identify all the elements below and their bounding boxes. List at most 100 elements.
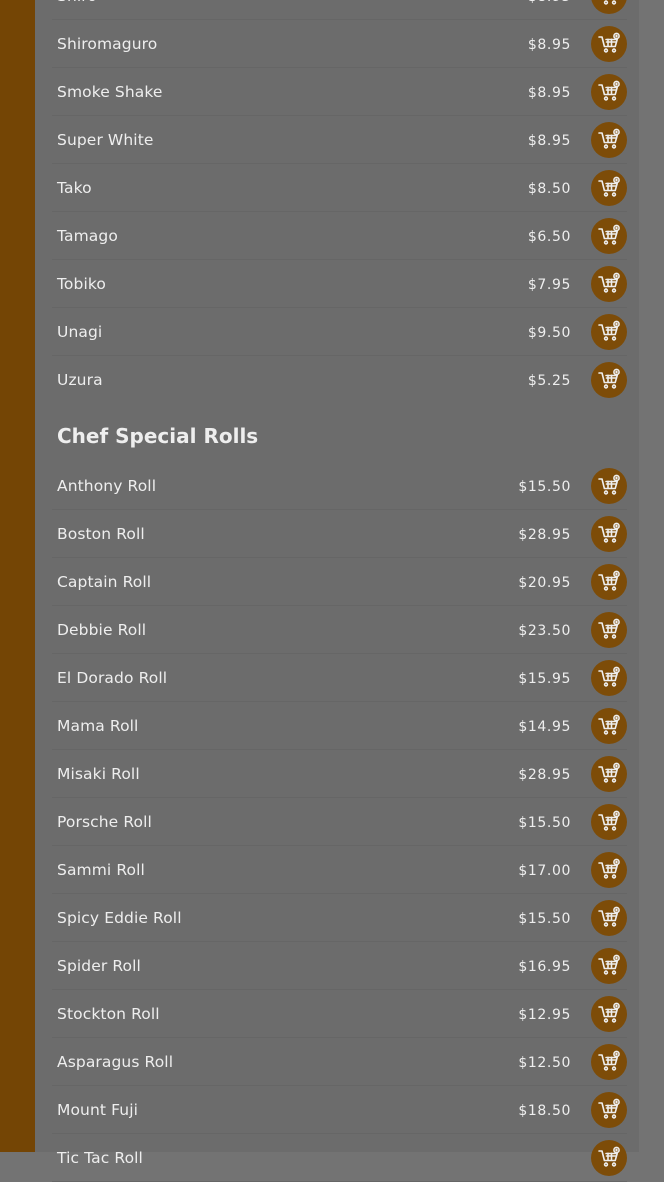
menu-item-name: Unagi (57, 323, 103, 341)
cart-plus-icon (597, 80, 621, 104)
add-to-cart-button[interactable] (591, 900, 627, 936)
menu-item-row: Misaki Roll $28.95 (52, 750, 627, 798)
add-to-cart-button[interactable] (591, 218, 627, 254)
menu-item-name: El Dorado Roll (57, 669, 168, 687)
add-to-cart-button[interactable] (591, 708, 627, 744)
menu-item-row: Shiromaguro $8.95 (52, 20, 627, 68)
menu-item-price: $16.95 (518, 959, 571, 975)
cart-plus-icon (597, 272, 621, 296)
cart-plus-icon (597, 1146, 621, 1170)
menu-item-name: Sammi Roll (57, 861, 145, 879)
add-to-cart-button[interactable] (591, 516, 627, 552)
menu-item-price: $17.00 (518, 863, 571, 879)
menu-item-name: Tako (57, 179, 92, 197)
side-stripe (0, 0, 35, 1152)
menu-item-price: $12.50 (518, 1055, 571, 1071)
cart-plus-icon (597, 522, 621, 546)
menu-item-row: Tamago $6.50 (52, 212, 627, 260)
add-to-cart-button[interactable] (591, 948, 627, 984)
menu-item-row: Tic Tac Roll (52, 1134, 627, 1182)
menu-item-row: Spicy Eddie Roll $15.50 (52, 894, 627, 942)
cart-plus-icon (597, 176, 621, 200)
menu-item-name: Porsche Roll (57, 813, 152, 831)
menu-item-row: Boston Roll $28.95 (52, 510, 627, 558)
menu-item-price: $20.95 (518, 575, 571, 591)
add-to-cart-button[interactable] (591, 852, 627, 888)
page-edge (639, 0, 664, 1152)
cart-plus-icon (597, 570, 621, 594)
add-to-cart-button[interactable] (591, 122, 627, 158)
cart-plus-icon (597, 954, 621, 978)
menu-item-price: $15.50 (518, 479, 571, 495)
add-to-cart-button[interactable] (591, 314, 627, 350)
menu-item-price: $7.95 (527, 277, 571, 293)
menu-item-name: Mama Roll (57, 717, 139, 735)
menu-item-row: Asparagus Roll $12.50 (52, 1038, 627, 1086)
menu-item-price: $9.50 (527, 325, 571, 341)
add-to-cart-button[interactable] (591, 564, 627, 600)
menu-item-price: $8.95 (528, 0, 571, 5)
add-to-cart-button[interactable] (591, 1140, 627, 1176)
cart-plus-icon (597, 128, 621, 152)
menu-item-price: $8.50 (527, 181, 571, 197)
menu-item-row: Shiro $8.95 (52, 0, 627, 20)
menu-item-price: $15.50 (518, 815, 571, 831)
cart-plus-icon (597, 858, 621, 882)
menu-item-row: Uzura $5.25 (52, 356, 627, 404)
add-to-cart-button[interactable] (591, 756, 627, 792)
menu-item-row: Porsche Roll $15.50 (52, 798, 627, 846)
menu-item-price: $14.95 (518, 719, 571, 735)
add-to-cart-button[interactable] (591, 660, 627, 696)
add-to-cart-button[interactable] (591, 1092, 627, 1128)
add-to-cart-button[interactable] (591, 1044, 627, 1080)
menu-item-price: $12.95 (518, 1007, 571, 1023)
add-to-cart-button[interactable] (591, 612, 627, 648)
menu-item-price: $18.50 (518, 1103, 571, 1119)
add-to-cart-button[interactable] (591, 266, 627, 302)
cart-plus-icon (597, 1002, 621, 1026)
menu-item-name: Super White (57, 131, 154, 149)
cart-plus-icon (597, 0, 621, 8)
menu-item-price: $8.95 (527, 37, 571, 53)
add-to-cart-button[interactable] (591, 26, 627, 62)
menu-item-name: Mount Fuji (57, 1101, 139, 1119)
add-to-cart-button[interactable] (591, 362, 627, 398)
add-to-cart-button[interactable] (591, 0, 627, 14)
menu-item-row: Spider Roll $16.95 (52, 942, 627, 990)
cart-plus-icon (597, 714, 621, 738)
menu-item-row: Captain Roll $20.95 (52, 558, 627, 606)
menu-item-name: Anthony Roll (57, 477, 157, 495)
menu-item-name: Uzura (57, 371, 103, 389)
cart-plus-icon (597, 32, 621, 56)
cart-plus-icon (597, 666, 621, 690)
add-to-cart-button[interactable] (591, 170, 627, 206)
cart-plus-icon (597, 810, 621, 834)
cart-plus-icon (597, 762, 621, 786)
menu-item-name: Shiromaguro (57, 35, 158, 53)
menu-item-price: $15.95 (518, 671, 571, 687)
menu-item-row: Sammi Roll $17.00 (52, 846, 627, 894)
menu-item-price: $15.50 (518, 911, 571, 927)
menu-item-name: Debbie Roll (57, 621, 147, 639)
menu-item-row: Debbie Roll $23.50 (52, 606, 627, 654)
cart-plus-icon (597, 906, 621, 930)
cart-plus-icon (597, 618, 621, 642)
menu-item-name: Asparagus Roll (57, 1053, 174, 1071)
menu-item-price: $5.25 (527, 373, 571, 389)
menu-item-price: $8.95 (527, 85, 571, 101)
menu-item-row: Mount Fuji $18.50 (52, 1086, 627, 1134)
cart-plus-icon (597, 1098, 621, 1122)
menu-item-price: $8.95 (527, 133, 571, 149)
menu-item-price: $28.95 (518, 527, 571, 543)
menu-item-name: Shiro (57, 0, 97, 5)
menu-item-row: El Dorado Roll $15.95 (52, 654, 627, 702)
add-to-cart-button[interactable] (591, 996, 627, 1032)
menu-item-price: $6.50 (527, 229, 571, 245)
menu-item-name: Boston Roll (57, 525, 145, 543)
cart-plus-icon (597, 320, 621, 344)
add-to-cart-button[interactable] (591, 804, 627, 840)
add-to-cart-button[interactable] (591, 74, 627, 110)
add-to-cart-button[interactable] (591, 468, 627, 504)
menu-item-name: Tamago (57, 227, 118, 245)
menu-item-name: Stockton Roll (57, 1005, 160, 1023)
